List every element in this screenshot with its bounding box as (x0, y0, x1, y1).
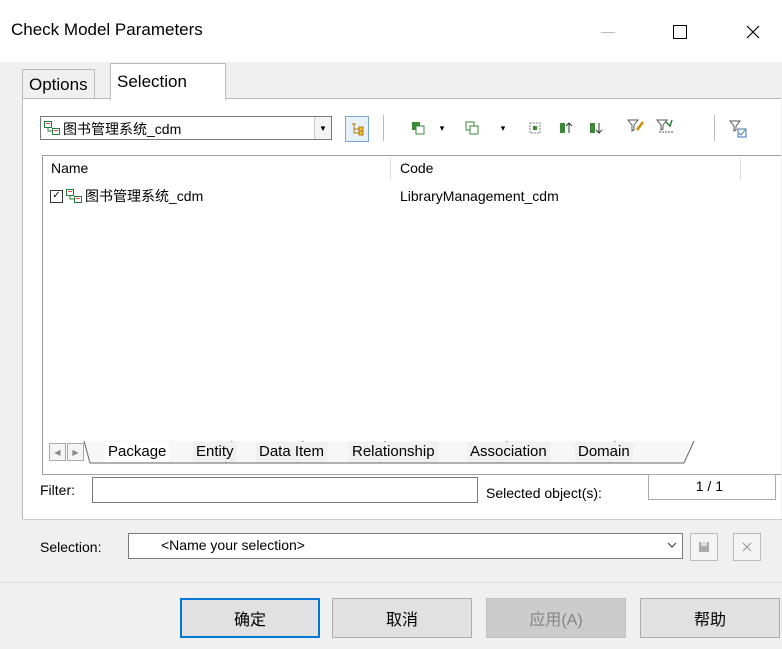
help-button[interactable]: 帮助 (640, 598, 780, 638)
selection-label: Selection: (40, 539, 102, 555)
scroll-left-button[interactable]: ◀ (49, 443, 66, 461)
list-item[interactable]: ✓ 图书管理系统_cdm (50, 185, 203, 207)
select-all-icon (412, 122, 425, 135)
object-list: Name Code ✓ 图书管理系统_cdm LibraryManagement… (42, 155, 781, 475)
column-header-code[interactable]: Code (400, 156, 433, 180)
filter-input[interactable] (92, 477, 478, 503)
chevron-down-icon[interactable] (667, 542, 677, 549)
selection-name-placeholder: <Name your selection> (161, 537, 305, 553)
toolbar-separator (383, 115, 384, 141)
filter-list-icon (656, 119, 673, 133)
subtab-domain[interactable]: Domain (575, 442, 633, 462)
ok-button[interactable]: 确定 (180, 598, 320, 638)
subtab-data-item[interactable]: Data Item (256, 442, 328, 462)
select-all-button[interactable] (408, 117, 428, 139)
column-divider (740, 158, 741, 180)
save-icon (699, 542, 709, 552)
model-combo[interactable]: 图书管理系统_cdm ▼ (40, 116, 332, 140)
deselect-all-icon (465, 121, 479, 135)
close-button[interactable] (730, 12, 776, 52)
sort-ascending-icon (560, 122, 573, 133)
close-icon (742, 542, 752, 552)
minimize-icon (601, 31, 615, 33)
selected-objects-count: 1 / 1 (648, 474, 776, 500)
row-code: LibraryManagement_cdm (400, 188, 559, 204)
delete-selection-button[interactable] (733, 533, 761, 561)
model-icon (66, 189, 82, 203)
sort-descending-icon (590, 123, 603, 134)
selected-objects-label: Selected object(s): (486, 485, 602, 501)
move-down-button[interactable] (586, 117, 606, 139)
tab-selection[interactable]: Selection (110, 63, 226, 100)
apply-button[interactable]: 应用(A) (486, 598, 626, 638)
filter-toggle-button[interactable] (655, 115, 675, 137)
tree-view-icon (352, 123, 364, 136)
graphical-selection-icon (529, 122, 541, 134)
save-selection-button[interactable] (690, 533, 718, 561)
filter-edit-button[interactable] (626, 115, 646, 137)
subtab-entity[interactable]: Entity (193, 442, 237, 462)
maximize-icon (673, 25, 687, 39)
cancel-button[interactable]: 取消 (332, 598, 472, 638)
divider (22, 519, 782, 520)
deselect-all-button[interactable] (462, 117, 482, 139)
selection-name-combo[interactable]: <Name your selection> (128, 533, 683, 559)
filter-label: Filter: (40, 482, 75, 498)
row-name: 图书管理系统_cdm (85, 188, 204, 204)
deselect-all-dropdown[interactable]: ▾ (493, 117, 513, 139)
model-combo-value: 图书管理系统_cdm (63, 121, 182, 137)
subtab-relationship[interactable]: Relationship (349, 442, 438, 462)
column-divider (390, 158, 391, 180)
use-graphical-selection-button[interactable] (525, 117, 545, 139)
subtab-association[interactable]: Association (467, 442, 550, 462)
tree-view-toggle-button[interactable] (345, 116, 369, 142)
column-header-name[interactable]: Name (51, 156, 88, 180)
include-subpackages-button[interactable] (728, 118, 748, 140)
move-up-button[interactable] (556, 117, 576, 139)
footer-separator (0, 582, 782, 583)
filter-checked-icon (729, 120, 747, 138)
model-icon (44, 121, 60, 135)
maximize-button[interactable] (657, 12, 703, 52)
tab-options[interactable]: Options (22, 69, 95, 100)
object-type-tabs: ◀ ▶ Package Entity Data Item Relationshi… (42, 440, 782, 465)
subtab-package[interactable]: Package (105, 442, 170, 462)
toolbar-separator (714, 115, 715, 141)
filter-pencil-icon (627, 119, 644, 132)
select-all-dropdown[interactable]: ▾ (432, 117, 452, 139)
close-icon (746, 25, 760, 39)
dropdown-arrow-icon[interactable]: ▼ (314, 117, 331, 139)
minimize-button[interactable] (585, 12, 631, 52)
row-checkbox[interactable]: ✓ (50, 189, 63, 203)
window-title: Check Model Parameters (11, 20, 203, 39)
